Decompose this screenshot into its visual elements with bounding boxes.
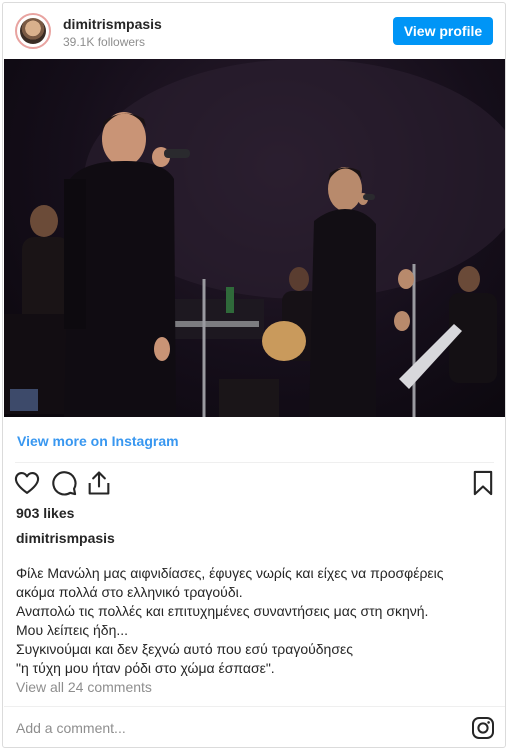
caption-username[interactable]: dimitrismpasis bbox=[16, 530, 115, 546]
header-username[interactable]: dimitrismpasis bbox=[63, 16, 162, 32]
avatar[interactable] bbox=[15, 13, 51, 49]
caption-line: Αναπολώ τις πολλές και επιτυχημένες συνα… bbox=[16, 603, 429, 619]
caption-line: Συγκινούμαι και δεν ξεχνώ αυτό που εσύ τ… bbox=[16, 641, 353, 657]
divider bbox=[15, 462, 494, 463]
instagram-embed-card: dimitrismpasis 39.1K followers View prof… bbox=[2, 2, 506, 748]
post-photo[interactable] bbox=[4, 59, 505, 417]
caption-text: Φίλε Μανώλη μας αιφνιδίασες, έφυγες νωρί… bbox=[16, 564, 486, 678]
bookmark-icon[interactable] bbox=[469, 469, 497, 497]
caption-line: ακόμα πολλά στο ελληνικό τραγούδι. bbox=[16, 584, 243, 600]
caption-line: Μου λείπεις ήδη... bbox=[16, 622, 129, 638]
instagram-logo-icon[interactable] bbox=[471, 716, 495, 740]
share-icon[interactable] bbox=[85, 469, 113, 497]
add-comment-input[interactable]: Add a comment... bbox=[16, 720, 126, 736]
likes-count[interactable]: 903 likes bbox=[16, 505, 74, 521]
concert-photo bbox=[4, 59, 505, 417]
view-more-link[interactable]: View more on Instagram bbox=[17, 433, 179, 449]
followers-count: 39.1K followers bbox=[63, 35, 146, 49]
post-header: dimitrismpasis 39.1K followers View prof… bbox=[3, 3, 505, 59]
view-profile-button[interactable]: View profile bbox=[393, 17, 493, 45]
action-bar bbox=[3, 469, 505, 501]
caption-line: "η τύχη μου ήταν ρόδι στο χώμα έσπασε". bbox=[16, 660, 275, 676]
heart-icon[interactable] bbox=[13, 469, 41, 497]
caption-line: Φίλε Μανώλη μας αιφνιδίασες, έφυγες νωρί… bbox=[16, 565, 444, 581]
divider bbox=[4, 706, 505, 707]
view-all-comments-link[interactable]: View all 24 comments bbox=[16, 679, 152, 695]
comment-icon[interactable] bbox=[50, 469, 78, 497]
